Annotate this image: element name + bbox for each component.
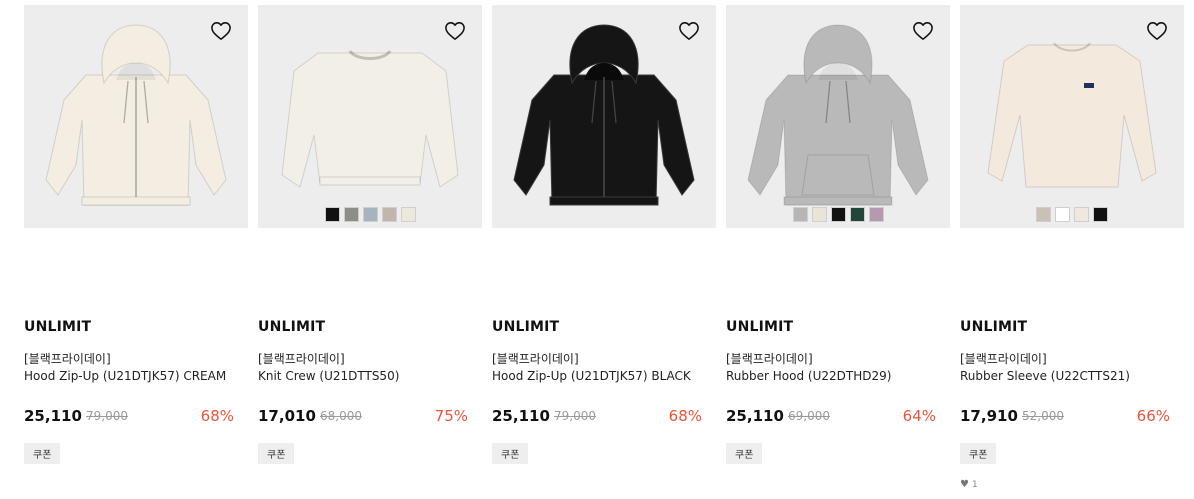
product-image[interactable] [492, 5, 716, 228]
wishlist-heart-icon[interactable] [678, 21, 700, 41]
original-price: 69,000 [788, 409, 830, 423]
product-card[interactable]: UNLIMIT [블랙프라이데이] Rubber Hood (U22DTHD29… [726, 5, 950, 499]
coupon-badge: 쿠폰 [258, 443, 295, 464]
discount-rate: 68% [200, 407, 234, 425]
color-swatch[interactable] [1093, 207, 1108, 222]
color-swatch[interactable] [830, 207, 846, 222]
like-count-value: 1 [971, 479, 978, 490]
original-price: 52,000 [1022, 409, 1064, 423]
original-price: 79,000 [86, 409, 128, 423]
color-swatch[interactable] [324, 207, 340, 222]
color-swatch[interactable] [1036, 207, 1051, 222]
discount-rate: 68% [668, 407, 702, 425]
wishlist-heart-icon[interactable] [912, 21, 934, 41]
promo-tag: [블랙프라이데이] [492, 352, 579, 366]
color-swatch[interactable] [811, 207, 827, 222]
color-swatch[interactable] [868, 207, 884, 222]
product-card[interactable]: UNLIMIT [블랙프라이데이] Knit Crew (U21DTTS50) … [258, 5, 482, 499]
coupon-badge: 쿠폰 [24, 443, 61, 464]
product-name[interactable]: Knit Crew (U21DTTS50) [258, 369, 399, 383]
price-row: 25,110 79,000 68% [24, 407, 234, 427]
sale-price: 25,110 [492, 407, 550, 425]
color-swatches [960, 207, 1184, 222]
brand-name[interactable]: UNLIMIT [258, 319, 325, 335]
color-swatches [258, 207, 482, 222]
product-image[interactable] [258, 5, 482, 228]
color-swatch[interactable] [1055, 207, 1070, 222]
product-card[interactable]: UNLIMIT [블랙프라이데이] Rubber Sleeve (U22CTTS… [960, 5, 1184, 499]
original-price: 68,000 [320, 409, 362, 423]
color-swatch[interactable] [1074, 207, 1089, 222]
price-row: 25,110 69,000 64% [726, 407, 936, 427]
heart-small-icon: ♥ [960, 479, 969, 490]
sale-price: 17,010 [258, 407, 316, 425]
product-name[interactable]: Rubber Sleeve (U22CTTS21) [960, 369, 1130, 383]
brand-name[interactable]: UNLIMIT [24, 319, 91, 335]
color-swatches [726, 207, 950, 222]
discount-rate: 75% [434, 407, 468, 425]
discount-rate: 66% [1136, 407, 1170, 425]
coupon-badge: 쿠폰 [726, 443, 763, 464]
sale-price: 25,110 [24, 407, 82, 425]
price-row: 17,010 68,000 75% [258, 407, 468, 427]
color-swatch[interactable] [400, 207, 416, 222]
product-image[interactable] [960, 5, 1184, 228]
color-swatch[interactable] [343, 207, 359, 222]
brand-name[interactable]: UNLIMIT [726, 319, 793, 335]
color-swatch[interactable] [849, 207, 865, 222]
coupon-badge: 쿠폰 [492, 443, 529, 464]
sale-price: 25,110 [726, 407, 784, 425]
promo-tag: [블랙프라이데이] [726, 352, 813, 366]
color-swatch[interactable] [381, 207, 397, 222]
promo-tag: [블랙프라이데이] [960, 352, 1047, 366]
discount-rate: 64% [902, 407, 936, 425]
original-price: 79,000 [554, 409, 596, 423]
like-count: ♥ 1 [960, 479, 978, 490]
brand-name[interactable]: UNLIMIT [960, 319, 1027, 335]
product-image[interactable] [726, 5, 950, 228]
wishlist-heart-icon[interactable] [1146, 21, 1168, 41]
price-row: 17,910 52,000 66% [960, 407, 1170, 427]
product-name[interactable]: Hood Zip-Up (U21DTJK57) CREAM [24, 369, 226, 383]
product-image[interactable] [24, 5, 248, 228]
wishlist-heart-icon[interactable] [444, 21, 466, 41]
wishlist-heart-icon[interactable] [210, 21, 232, 41]
brand-name[interactable]: UNLIMIT [492, 319, 559, 335]
product-name[interactable]: Hood Zip-Up (U21DTJK57) BLACK [492, 369, 691, 383]
coupon-badge: 쿠폰 [960, 443, 997, 464]
price-row: 25,110 79,000 68% [492, 407, 702, 427]
promo-tag: [블랙프라이데이] [24, 352, 111, 366]
product-card[interactable]: UNLIMIT [블랙프라이데이] Hood Zip-Up (U21DTJK57… [492, 5, 716, 499]
promo-tag: [블랙프라이데이] [258, 352, 345, 366]
color-swatch[interactable] [362, 207, 378, 222]
sale-price: 17,910 [960, 407, 1018, 425]
product-name[interactable]: Rubber Hood (U22DTHD29) [726, 369, 891, 383]
product-card[interactable]: UNLIMIT [블랙프라이데이] Hood Zip-Up (U21DTJK57… [24, 5, 248, 499]
color-swatch[interactable] [792, 207, 808, 222]
